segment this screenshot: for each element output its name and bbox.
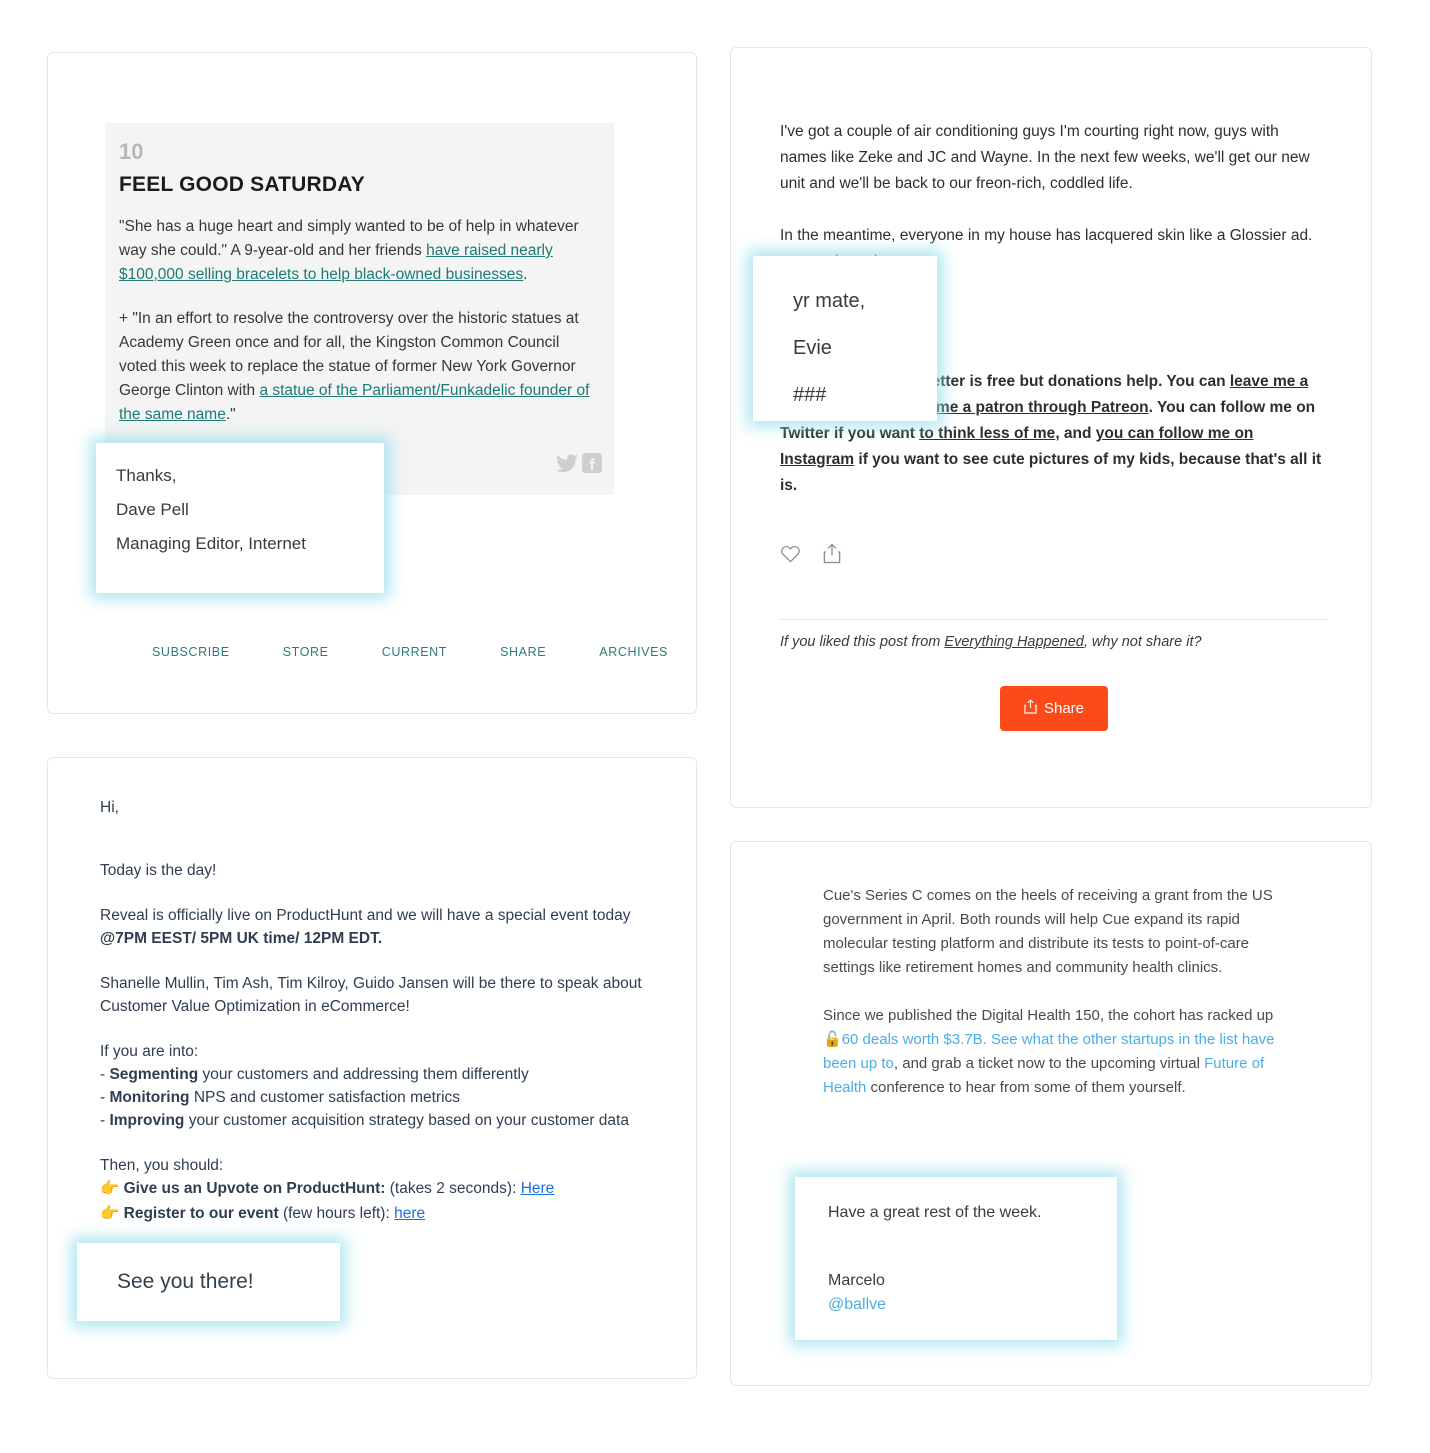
- bullet-3-rest: your customer acquisition strategy based…: [184, 1112, 629, 1129]
- paragraph-2-post: .": [225, 406, 236, 423]
- seg-8: if you want to see cute pictures of my k…: [780, 451, 1322, 494]
- callout-line-hashes: ###: [793, 384, 827, 406]
- share-prompt-pre: If you liked this post from: [780, 634, 945, 650]
- story-paragraph-1: "She has a huge heart and simply wanted …: [119, 215, 600, 287]
- share-button-wrap: Share: [780, 686, 1328, 731]
- pointing-hand-icon-1: 👉: [100, 1180, 120, 1197]
- link-patreon[interactable]: become a patron through Patreon: [900, 399, 1149, 416]
- cta-1-rest: (takes 2 seconds):: [385, 1180, 521, 1197]
- callout-line-have-a-great-week: Have a great rest of the week.: [828, 1204, 1042, 1221]
- reveal-cta-2: 👉 Register to our event (few hours left)…: [100, 1202, 648, 1225]
- reveal-if-you-are-into: If you are into:: [100, 1043, 199, 1060]
- reveal-cta-1: 👉 Give us an Upvote on ProductHunt: (tak…: [100, 1177, 648, 1200]
- bullet-3-bold: Improving: [109, 1112, 185, 1129]
- bullet-1-bold: Segmenting: [109, 1066, 199, 1083]
- eh-paragraph-2-pre: In the meantime, everyone in my house ha…: [780, 227, 1313, 244]
- cb-paragraph-1: Cue's Series C comes on the heels of rec…: [823, 887, 1273, 976]
- signoff-callout-reveal: See you there!: [77, 1243, 340, 1321]
- paragraph-1-post: .: [523, 266, 528, 283]
- share-button[interactable]: Share: [999, 686, 1109, 731]
- cta-2-link[interactable]: here: [394, 1205, 425, 1222]
- story-number: 10: [119, 139, 144, 164]
- reveal-speakers-paragraph: Shanelle Mullin, Tim Ash, Tim Kilroy, Gu…: [100, 975, 642, 1015]
- link-twitter[interactable]: to think less of me: [919, 425, 1055, 442]
- newsletter-card-nextdraft: 10 FEEL GOOD SATURDAY "She has a huge he…: [47, 52, 697, 714]
- live-pre: Reveal is officially live on ProductHunt…: [100, 907, 631, 924]
- cta-2-rest: (few hours left):: [278, 1205, 395, 1222]
- reveal-today-line: Today is the day!: [100, 862, 217, 879]
- cb-p2-pre: Since we published the Digital Health 15…: [823, 1007, 1274, 1024]
- post-action-icons: [780, 543, 859, 564]
- newsletter-card-everything-happened: I've got a couple of air conditioning gu…: [730, 47, 1372, 808]
- cb-p2-mid: , and grab a ticket now to the upcoming …: [893, 1055, 1205, 1072]
- cb-paragraph-2: Since we published the Digital Health 15…: [823, 1004, 1278, 1100]
- reveal-bullet-2: - Monitoring NPS and customer satisfacti…: [100, 1086, 648, 1109]
- signoff-callout-nextdraft: Thanks, Dave Pell Managing Editor, Inter…: [96, 443, 384, 593]
- reveal-body: Hi, Today is the day! Reveal is official…: [100, 796, 648, 1247]
- reveal-live-paragraph: Reveal is officially live on ProductHunt…: [100, 904, 648, 950]
- bullet-2-rest: NPS and customer satisfaction metrics: [189, 1089, 461, 1106]
- share-upload-icon-small: [1024, 699, 1037, 718]
- share-button-label: Share: [1043, 700, 1085, 717]
- twitter-icon[interactable]: [555, 453, 582, 472]
- unlock-icon: 🔓: [823, 1031, 842, 1048]
- reveal-bullet-3: - Improving your customer acquisition st…: [100, 1109, 648, 1132]
- footer-link-current[interactable]: CURRENT: [382, 645, 447, 659]
- facebook-icon[interactable]: [582, 453, 602, 473]
- cb-p2-post: conference to hear from some of them you…: [866, 1079, 1186, 1096]
- share-prompt: If you liked this post from Everything H…: [780, 634, 1340, 650]
- callout-line-handle: @ballve: [828, 1296, 887, 1313]
- share-upload-icon[interactable]: [823, 543, 859, 564]
- callout-line-see-you-there: See you there!: [117, 1270, 254, 1293]
- callout-line-name: Dave Pell: [116, 500, 189, 519]
- bullet-1-rest: your customers and addressing them diffe…: [198, 1066, 529, 1083]
- cbinsights-body: Cue's Series C comes on the heels of rec…: [823, 884, 1278, 1124]
- footer-link-archives[interactable]: ARCHIVES: [599, 645, 668, 659]
- divider-rule: [780, 619, 1328, 620]
- footer-link-store[interactable]: STORE: [283, 645, 329, 659]
- bullet-2-bold: Monitoring: [109, 1089, 190, 1106]
- nextdraft-footer-links: SUBSCRIBE STORE CURRENT SHARE ARCHIVES: [152, 645, 672, 659]
- cta-1-link[interactable]: Here: [521, 1180, 555, 1197]
- cta-2-bold: Register to our event: [123, 1205, 279, 1222]
- live-bold: @7PM EEST/ 5PM UK time/ 12PM EDT.: [100, 930, 383, 947]
- callout-spacer: [828, 1225, 1117, 1269]
- callout-line-yr-mate: yr mate,: [793, 290, 866, 312]
- newsletter-signoff-gallery: 10 FEEL GOOD SATURDAY "She has a huge he…: [0, 0, 1430, 1453]
- story-paragraph-2: + "In an effort to resolve the controver…: [119, 307, 600, 427]
- reveal-greeting: Hi,: [100, 799, 119, 816]
- callout-line-role: Managing Editor, Internet: [116, 534, 306, 553]
- eh-paragraph-1: I've got a couple of air conditioning gu…: [780, 123, 1310, 192]
- reveal-bullet-1: - Segmenting your customers and addressi…: [100, 1063, 648, 1086]
- footer-link-share[interactable]: SHARE: [500, 645, 546, 659]
- share-prompt-publication[interactable]: Everything Happened: [944, 634, 1083, 650]
- callout-line-thanks: Thanks,: [116, 466, 177, 485]
- nextdraft-story-block: 10 FEEL GOOD SATURDAY "She has a huge he…: [105, 123, 614, 495]
- story-title: FEEL GOOD SATURDAY: [119, 173, 365, 196]
- reveal-then-you-should: Then, you should:: [100, 1157, 224, 1174]
- pointing-hand-icon-2: 👉: [100, 1205, 120, 1222]
- callout-line-marcelo: Marcelo: [828, 1272, 885, 1289]
- signoff-callout-cbinsights: Have a great rest of the week. Marcelo @…: [795, 1177, 1117, 1340]
- seg-6: , and: [1055, 425, 1096, 442]
- share-prompt-post: , why not share it?: [1083, 634, 1202, 650]
- signoff-callout-everything-happened: yr mate, Evie ###: [753, 256, 937, 421]
- heart-icon[interactable]: [780, 545, 823, 563]
- cta-1-bold: Give us an Upvote on ProductHunt:: [123, 1180, 386, 1197]
- footer-link-subscribe[interactable]: SUBSCRIBE: [152, 645, 230, 659]
- callout-line-evie: Evie: [793, 337, 832, 359]
